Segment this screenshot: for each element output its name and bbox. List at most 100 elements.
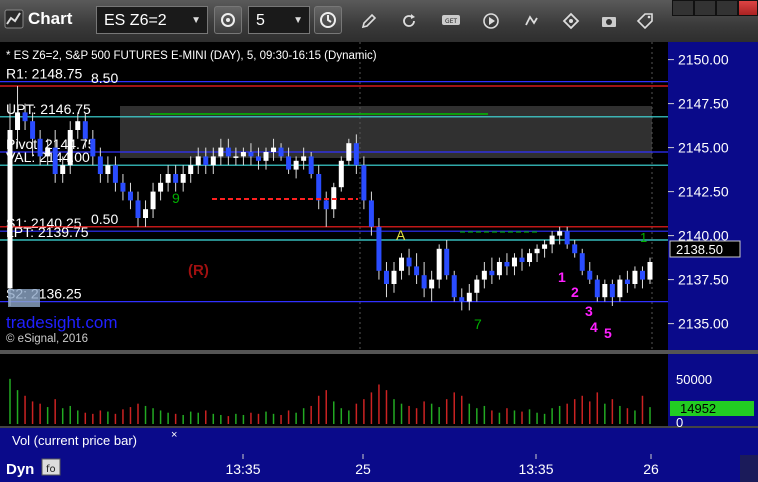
candle-body — [150, 191, 156, 210]
refresh-button[interactable] — [398, 10, 420, 32]
candle-body — [429, 279, 435, 289]
diamond-icon — [562, 12, 580, 30]
close-button[interactable] — [738, 0, 758, 16]
candle-body — [225, 147, 231, 157]
y-tick-label: 2147.50 — [678, 96, 729, 112]
candle-body — [112, 165, 118, 183]
candle-body — [406, 257, 412, 267]
play-icon — [483, 13, 499, 29]
candle-body — [37, 138, 43, 157]
count-3: 3 — [585, 303, 593, 319]
snapshot-button[interactable] — [598, 10, 620, 32]
app-title: Chart — [4, 9, 72, 29]
interval-input[interactable]: 5 ▼ — [248, 6, 310, 34]
minimize-button[interactable] — [672, 0, 694, 16]
candle-body — [466, 292, 472, 302]
panel-divider[interactable] — [0, 350, 758, 354]
get-data-button[interactable]: GET — [440, 10, 462, 32]
candle-body — [609, 284, 615, 298]
candle-body — [203, 156, 209, 166]
copyright: © eSignal, 2016 — [6, 333, 88, 345]
resize-grip[interactable] — [740, 455, 758, 482]
candle-body — [572, 244, 578, 254]
interval-value: 5 — [256, 12, 265, 29]
candle-body — [376, 226, 382, 271]
candle-body — [346, 143, 352, 161]
app-title-text: Chart — [28, 9, 73, 28]
candle-body — [218, 147, 224, 157]
candle-body — [579, 253, 585, 271]
replay-icon — [525, 15, 538, 26]
svg-text:GET: GET — [445, 18, 457, 25]
y-tick-label: 2142.50 — [678, 184, 729, 200]
candle-body — [278, 147, 284, 157]
candle-body — [180, 174, 186, 183]
candle-body — [647, 262, 653, 280]
candle-body — [210, 156, 216, 166]
candle-body — [120, 182, 126, 192]
candle-body — [564, 231, 570, 245]
interval-clock-button[interactable] — [314, 6, 342, 34]
close-study-icon[interactable]: × — [171, 429, 177, 441]
svg-text:fo: fo — [46, 464, 56, 475]
candle-body — [105, 165, 111, 174]
candle-body — [368, 200, 374, 227]
x-tick-label: 13:35 — [225, 461, 260, 477]
last-volume-value: 14952 — [680, 401, 716, 416]
chevron-down-icon: ▼ — [191, 15, 201, 26]
candle-body — [60, 165, 66, 174]
candle-body — [587, 270, 593, 280]
count-2: 2 — [571, 284, 579, 300]
candle-body — [353, 143, 359, 166]
maximize-button[interactable] — [716, 0, 738, 16]
annotation-a: A — [396, 227, 406, 243]
volume-tick-0: 0 — [676, 415, 683, 430]
chart-logo-icon — [4, 9, 24, 29]
candle-body — [489, 270, 495, 276]
candle-body — [496, 262, 502, 276]
candle-body — [22, 112, 28, 122]
candle-body — [594, 279, 600, 298]
candle-body — [557, 231, 563, 236]
level-label: 0.50 — [91, 211, 118, 227]
dyn-label: Dyn — [6, 461, 34, 478]
candle-body — [624, 279, 630, 284]
count-5: 5 — [604, 325, 612, 341]
draw-tool-button[interactable] — [358, 10, 380, 32]
candle-body — [602, 284, 608, 298]
level-label: 8.50 — [91, 70, 118, 86]
candle-body — [248, 152, 254, 157]
link-button[interactable] — [214, 6, 242, 34]
x-tick-label: 25 — [355, 461, 371, 477]
play-button[interactable] — [480, 10, 502, 32]
candle-body — [308, 156, 314, 174]
candle-body — [30, 121, 36, 139]
candle-body — [240, 152, 246, 157]
diamond-button[interactable] — [560, 10, 582, 32]
candle-body — [52, 147, 58, 174]
candle-body — [414, 266, 420, 276]
candle-body — [127, 191, 133, 201]
price-chart[interactable]: R1: 2148.75 8.50UPT: 2146.75Pivot: 2144.7… — [0, 42, 758, 482]
candle-body — [534, 248, 540, 254]
setup-count-7: 7 — [474, 316, 482, 332]
restore-button[interactable] — [694, 0, 716, 16]
candle-body — [45, 147, 51, 157]
x-tick-label: 13:35 — [518, 461, 553, 477]
candle-body — [527, 253, 533, 262]
setup-count-9: 9 — [172, 190, 180, 206]
candle-body — [459, 297, 465, 302]
candle-body — [361, 165, 367, 201]
count-4: 4 — [590, 319, 598, 335]
replay-button[interactable] — [520, 10, 542, 32]
candle-body — [421, 275, 427, 289]
tag-button[interactable] — [634, 10, 656, 32]
candle-body — [15, 112, 21, 130]
y-tick-label: 2137.50 — [678, 272, 729, 288]
candle-body — [293, 160, 299, 170]
symbol-input[interactable]: ES Z6=2 ▼ — [96, 6, 208, 34]
candle-body — [158, 182, 164, 192]
link-icon — [221, 13, 235, 27]
count-1: 1 — [558, 269, 566, 285]
chevron-down-icon: ▼ — [293, 15, 303, 26]
